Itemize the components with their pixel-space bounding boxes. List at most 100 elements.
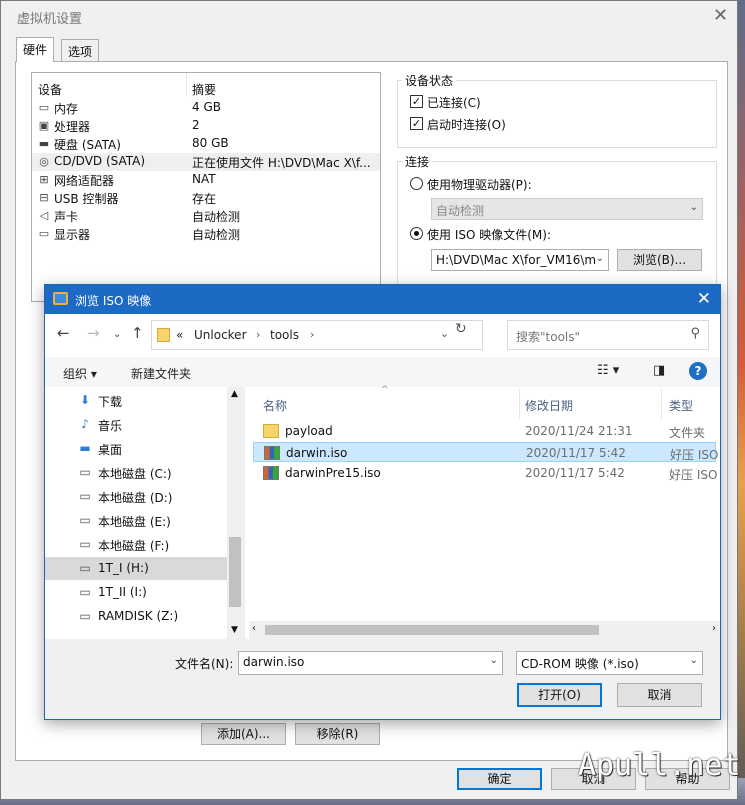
view-options-icon[interactable]: ☷ ▾ bbox=[597, 363, 619, 378]
chevron-down-icon[interactable]: ⌄ bbox=[490, 655, 498, 666]
breadcrumb-tools[interactable]: tools bbox=[270, 328, 299, 342]
nav-item-label: 音乐 bbox=[98, 419, 123, 433]
close-icon[interactable]: ✕ bbox=[713, 5, 728, 26]
device-row-cd-dvd[interactable]: ◎ CD/DVD (SATA) 正在使用文件 H:\DVD\Mac X\f... bbox=[32, 153, 380, 171]
scrollbar-thumb[interactable] bbox=[229, 537, 241, 607]
connected-label[interactable]: 已连接(C) bbox=[427, 94, 481, 111]
up-arrow-icon[interactable]: ↑ bbox=[131, 324, 144, 342]
connected-checkbox[interactable]: ✓ bbox=[410, 95, 423, 108]
device-status-group bbox=[397, 80, 717, 148]
tab-options[interactable]: 选项 bbox=[61, 39, 100, 61]
nav-item-drive-c[interactable]: ▭ 本地磁盘 (C:) bbox=[45, 461, 227, 484]
chevron-down-icon: ⌄ bbox=[595, 253, 604, 264]
name-column-header[interactable]: 名称 bbox=[263, 397, 287, 414]
summary-column-header[interactable]: 摘要 bbox=[192, 81, 216, 98]
scroll-up-icon[interactable]: ▲ bbox=[231, 389, 238, 399]
search-input[interactable]: 搜索"tools" ⚲ bbox=[507, 320, 709, 350]
device-row-usb[interactable]: ⊟ USB 控制器 存在 bbox=[32, 189, 380, 207]
physical-drive-select[interactable]: 自动检测 ⌄ bbox=[431, 198, 703, 220]
address-history-chevron-icon[interactable]: ⌄ bbox=[440, 327, 449, 340]
file-date: 2020/11/17 5:42 bbox=[525, 466, 625, 480]
nav-item-drive-h[interactable]: ▭ 1T_I (H:) bbox=[45, 557, 227, 580]
device-row-disk[interactable]: ▬ 硬盘 (SATA) 80 GB bbox=[32, 135, 380, 153]
scroll-left-icon[interactable]: ‹ bbox=[252, 623, 256, 634]
file-type: 好压 ISO bbox=[669, 468, 718, 482]
device-row-cpu[interactable]: ▣ 处理器 2 bbox=[32, 117, 380, 135]
add-device-button[interactable]: 添加(A)... bbox=[201, 723, 286, 745]
close-icon[interactable]: ✕ bbox=[697, 289, 711, 309]
iso-file-icon bbox=[264, 446, 280, 460]
device-summary: 存在 bbox=[192, 192, 217, 206]
download-icon: ⬇ bbox=[79, 393, 91, 407]
back-arrow-icon[interactable]: ← bbox=[57, 324, 70, 342]
new-folder-button[interactable]: 新建文件夹 bbox=[131, 365, 191, 382]
organize-menu[interactable]: 组织 ▾ bbox=[63, 365, 97, 382]
scrollbar-thumb[interactable] bbox=[265, 625, 599, 635]
connect-on-start-checkbox[interactable]: ✓ bbox=[410, 117, 423, 130]
breadcrumb-overflow[interactable]: « bbox=[176, 328, 183, 342]
connect-on-start-label[interactable]: 启动时连接(O) bbox=[427, 116, 506, 133]
ok-button[interactable]: 确定 bbox=[457, 768, 542, 790]
nav-item-downloads[interactable]: ⬇ 下载 bbox=[45, 389, 227, 412]
nav-item-drive-f[interactable]: ▭ 本地磁盘 (F:) bbox=[45, 533, 227, 556]
filename-input[interactable]: darwin.iso ⌄ bbox=[238, 651, 503, 675]
nav-item-drive-z[interactable]: ▭ RAMDISK (Z:) bbox=[45, 605, 227, 628]
physical-drive-label[interactable]: 使用物理驱动器(P): bbox=[427, 176, 532, 193]
dialog-cancel-button[interactable]: 取消 bbox=[617, 683, 702, 707]
iso-path-combo[interactable]: H:\DVD\Mac X\for_VM16\ma ⌄ bbox=[431, 249, 609, 271]
drive-icon: ▭ bbox=[79, 513, 91, 527]
scroll-right-icon[interactable]: › bbox=[712, 623, 716, 634]
breadcrumb-unlocker[interactable]: Unlocker bbox=[194, 328, 247, 342]
iso-file-label[interactable]: 使用 ISO 映像文件(M): bbox=[427, 226, 551, 243]
iso-file-radio[interactable] bbox=[410, 227, 423, 240]
nav-item-desktop[interactable]: ▬ 桌面 bbox=[45, 437, 227, 460]
device-row-sound[interactable]: ◁ 声卡 自动检测 bbox=[32, 207, 380, 225]
device-row-display[interactable]: ▭ 显示器 自动检测 bbox=[32, 225, 380, 243]
file-row-darwinpre15-iso[interactable]: darwinPre15.iso 2020/11/17 5:42 好压 ISO bbox=[253, 463, 718, 483]
browse-iso-dialog: 浏览 ISO 映像 ✕ ← → ⌄ ↑ « Unlocker › tools ›… bbox=[44, 284, 721, 720]
device-column-header[interactable]: 设备 bbox=[38, 81, 62, 98]
nav-item-drive-i[interactable]: ▭ 1T_II (I:) bbox=[45, 581, 227, 604]
chevron-right-icon[interactable]: › bbox=[310, 328, 314, 341]
iso-file-icon bbox=[263, 466, 279, 480]
filetype-select[interactable]: CD-ROM 映像 (*.iso) ⌄ bbox=[516, 651, 703, 675]
date-column-header[interactable]: 修改日期 bbox=[525, 397, 573, 414]
tab-hardware[interactable]: 硬件 bbox=[16, 37, 55, 62]
nav-pane-scrollbar[interactable]: ▲ ▼ bbox=[227, 387, 245, 639]
file-name: payload bbox=[285, 424, 333, 438]
preview-pane-icon[interactable]: ◨ bbox=[653, 363, 665, 378]
device-row-network[interactable]: ⊞ 网络适配器 NAT bbox=[32, 171, 380, 189]
browse-button[interactable]: 浏览(B)... bbox=[617, 249, 702, 271]
navigation-bar: ← → ⌄ ↑ « Unlocker › tools › ⌄ ↻ 搜索"tool… bbox=[45, 314, 720, 356]
nav-item-label: 1T_I (H:) bbox=[98, 561, 149, 575]
nav-item-drive-e[interactable]: ▭ 本地磁盘 (E:) bbox=[45, 509, 227, 532]
chevron-right-icon[interactable]: › bbox=[256, 328, 260, 341]
type-column-header[interactable]: 类型 bbox=[669, 397, 693, 414]
file-date: 2020/11/24 21:31 bbox=[525, 424, 633, 438]
file-type: 好压 ISO bbox=[670, 448, 719, 462]
remove-device-button[interactable]: 移除(R) bbox=[295, 723, 380, 745]
music-icon: ♪ bbox=[81, 417, 89, 431]
connection-title: 连接 bbox=[402, 153, 433, 170]
physical-drive-radio[interactable] bbox=[410, 177, 423, 190]
file-row-darwin-iso[interactable]: darwin.iso 2020/11/17 5:42 好压 ISO bbox=[253, 442, 719, 462]
scroll-down-icon[interactable]: ▼ bbox=[231, 625, 238, 635]
help-icon[interactable]: ? bbox=[689, 362, 707, 380]
search-icon[interactable]: ⚲ bbox=[690, 326, 700, 341]
dialog-titlebar[interactable]: 浏览 ISO 映像 ✕ bbox=[45, 285, 720, 314]
column-separator[interactable] bbox=[661, 389, 662, 419]
column-separator[interactable] bbox=[519, 389, 520, 419]
device-row-memory[interactable]: ▭ 内存 4 GB bbox=[32, 99, 380, 117]
watermark: Apull.net bbox=[578, 748, 741, 783]
nav-item-music[interactable]: ♪ 音乐 bbox=[45, 413, 227, 436]
recent-locations-chevron-icon[interactable]: ⌄ bbox=[113, 329, 121, 340]
nav-item-drive-d[interactable]: ▭ 本地磁盘 (D:) bbox=[45, 485, 227, 508]
refresh-icon[interactable]: ↻ bbox=[455, 321, 467, 337]
usb-icon: ⊟ bbox=[39, 191, 49, 204]
address-bar[interactable]: « Unlocker › tools › ⌄ bbox=[151, 320, 483, 350]
forward-arrow-icon[interactable]: → bbox=[87, 324, 100, 342]
open-button[interactable]: 打开(O) bbox=[517, 683, 602, 707]
file-row-payload[interactable]: payload 2020/11/24 21:31 文件夹 bbox=[253, 421, 716, 441]
file-list-horizontal-scrollbar[interactable]: ‹ › bbox=[249, 621, 720, 639]
file-date: 2020/11/17 5:42 bbox=[526, 446, 626, 460]
